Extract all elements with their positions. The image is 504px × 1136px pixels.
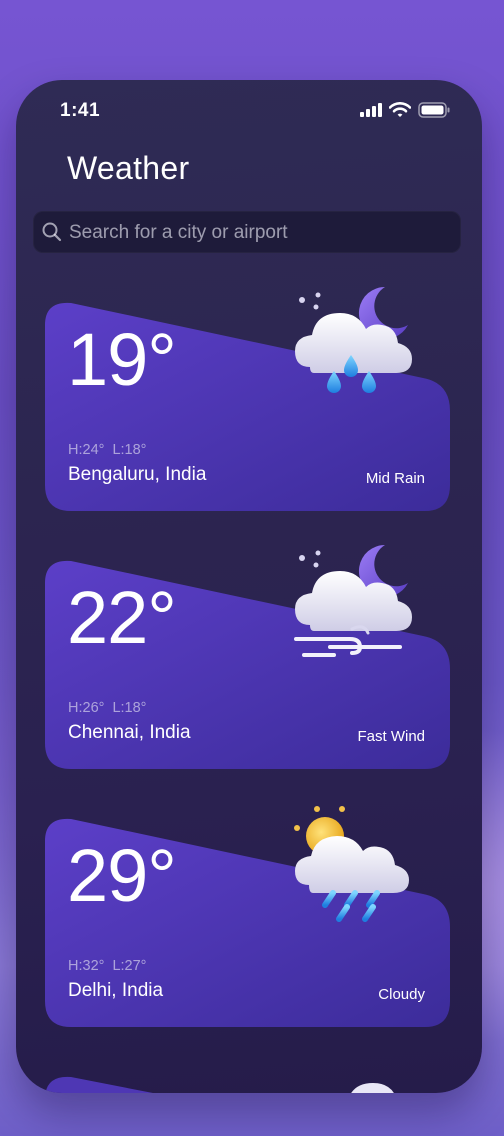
weather-condition: Mid Rain — [365, 470, 425, 487]
city-name: Chennai, India — [68, 722, 191, 743]
low-temp: L:18° — [112, 442, 147, 458]
high-temp: H:32° — [68, 958, 105, 974]
weather-card[interactable]: 29° H:32° L:27° Delhi, India Cloudy — [45, 806, 450, 1029]
city-name: Delhi, India — [68, 980, 164, 1001]
temperature: 22° — [67, 576, 177, 659]
weather-condition: Cloudy — [378, 986, 425, 1003]
status-bar: 1:41 — [16, 80, 482, 140]
weather-condition: Fast Wind — [357, 728, 425, 745]
sun-cloud-rain-icon — [294, 806, 409, 922]
status-time: 1:41 — [60, 100, 101, 121]
weather-card[interactable]: 22° H:26° L:18° Chennai, India Fast Wind — [45, 544, 450, 771]
city-name: Bengaluru, India — [68, 464, 207, 485]
wifi-icon — [389, 102, 411, 117]
search-icon — [42, 222, 62, 242]
status-icons — [360, 102, 450, 118]
low-temp: L:27° — [112, 958, 147, 974]
low-temp: L:18° — [112, 700, 147, 716]
cellular-signal-icon — [360, 103, 382, 117]
temperature: 19° — [67, 318, 177, 401]
page-title: Weather — [67, 150, 190, 186]
high-temp: H:26° — [68, 700, 105, 716]
phone-frame: 1:41 Weather Search for a city or airpor… — [16, 80, 482, 1093]
search-input[interactable] — [67, 217, 451, 249]
weather-card[interactable]: 19° H:24° L:18° Bengaluru, India Mid Rain — [45, 286, 450, 513]
battery-icon — [418, 102, 450, 118]
moon-cloud-rain-icon — [295, 286, 412, 393]
search-bar[interactable] — [33, 211, 461, 253]
high-low: H:26° L:18° — [68, 700, 154, 716]
temperature: 29° — [67, 834, 177, 917]
high-low: H:24° L:18° — [68, 442, 154, 458]
next-card-peek — [45, 1076, 394, 1093]
moon-cloud-wind-icon — [294, 544, 412, 657]
high-low: H:32° L:27° — [68, 958, 154, 974]
high-temp: H:24° — [68, 442, 105, 458]
